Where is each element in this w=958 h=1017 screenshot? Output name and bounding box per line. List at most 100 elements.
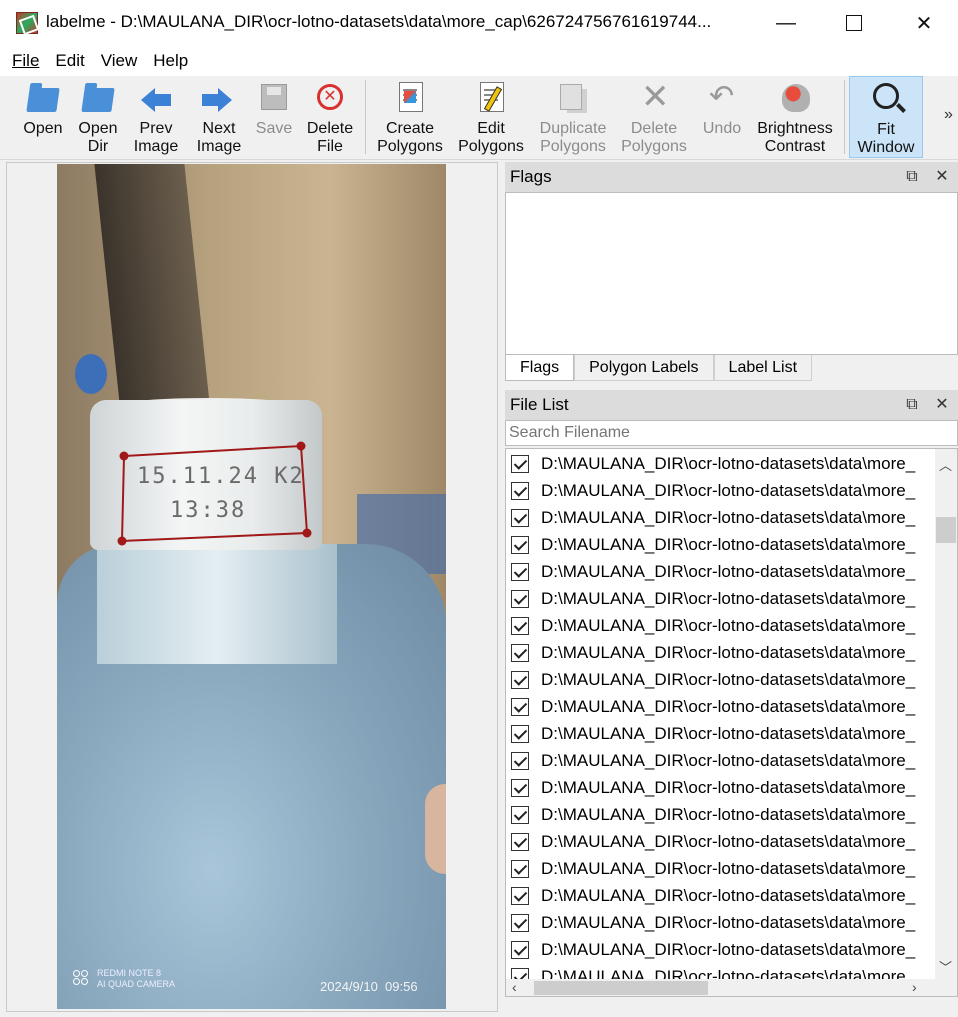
menu-file[interactable]: File — [4, 47, 47, 75]
file-list-item[interactable]: D:\MAULANA_DIR\ocr-lotno-datasets\data\m… — [506, 909, 936, 936]
prev-image-label: Prev Image — [133, 120, 179, 155]
file-path-label: D:\MAULANA_DIR\ocr-lotno-datasets\data\m… — [541, 480, 916, 500]
maximize-button[interactable] — [820, 0, 888, 46]
tab-flags[interactable]: Flags — [505, 355, 575, 381]
delete-x-icon: ✕ — [641, 78, 670, 116]
flags-title: Flags — [510, 167, 552, 186]
file-list-item[interactable]: D:\MAULANA_DIR\ocr-lotno-datasets\data\m… — [506, 936, 936, 963]
checkbox[interactable] — [511, 454, 529, 473]
next-image-button[interactable]: Next Image — [192, 76, 246, 158]
brightness-contrast-button[interactable]: Brightness Contrast — [754, 76, 836, 158]
file-list-item[interactable]: D:\MAULANA_DIR\ocr-lotno-datasets\data\m… — [506, 558, 936, 585]
tab-polygon-labels[interactable]: Polygon Labels — [574, 355, 714, 381]
open-dir-folder-icon — [81, 80, 115, 114]
checkbox[interactable] — [511, 643, 529, 662]
file-path-label: D:\MAULANA_DIR\ocr-lotno-datasets\data\m… — [541, 588, 916, 608]
vertical-scrollbar[interactable]: ︿ ﹀ — [935, 449, 957, 979]
checkbox[interactable] — [511, 859, 529, 878]
open-dir-button[interactable]: Open Dir — [75, 76, 121, 158]
camera-lens-icon — [73, 970, 91, 988]
file-list-item[interactable]: D:\MAULANA_DIR\ocr-lotno-datasets\data\m… — [506, 450, 936, 477]
checkbox[interactable] — [511, 562, 529, 581]
file-list-item[interactable]: D:\MAULANA_DIR\ocr-lotno-datasets\data\m… — [506, 801, 936, 828]
file-list-title: File List — [510, 395, 569, 414]
file-path-label: D:\MAULANA_DIR\ocr-lotno-datasets\data\m… — [541, 453, 916, 473]
file-list-item[interactable]: D:\MAULANA_DIR\ocr-lotno-datasets\data\m… — [506, 612, 936, 639]
file-list-item[interactable]: D:\MAULANA_DIR\ocr-lotno-datasets\data\m… — [506, 504, 936, 531]
hscroll-thumb[interactable] — [534, 981, 708, 995]
dock-tabs: Flags Polygon Labels Label List — [505, 355, 958, 382]
delete-file-button[interactable]: ✕ Delete File — [303, 76, 357, 158]
file-list-item[interactable]: D:\MAULANA_DIR\ocr-lotno-datasets\data\m… — [506, 747, 936, 774]
undo-button[interactable]: ↶ Undo — [698, 76, 746, 158]
file-list-item[interactable]: D:\MAULANA_DIR\ocr-lotno-datasets\data\m… — [506, 477, 936, 504]
create-polygons-button[interactable]: Create Polygons — [374, 76, 446, 158]
checkbox[interactable] — [511, 724, 529, 743]
tab-label-list[interactable]: Label List — [713, 355, 813, 381]
checkbox[interactable] — [511, 589, 529, 608]
save-button[interactable]: Save — [254, 76, 294, 158]
camera-sub-text: AI QUAD CAMERA — [97, 979, 176, 989]
open-folder-icon — [26, 80, 60, 114]
file-list: D:\MAULANA_DIR\ocr-lotno-datasets\data\m… — [505, 448, 958, 997]
scroll-down-icon[interactable]: ﹀ — [939, 957, 952, 976]
checkbox[interactable] — [511, 778, 529, 797]
undock-icon[interactable]: ⧉ — [901, 394, 923, 416]
file-list-item[interactable]: D:\MAULANA_DIR\ocr-lotno-datasets\data\m… — [506, 666, 936, 693]
prev-image-button[interactable]: Prev Image — [130, 76, 182, 158]
scroll-up-icon[interactable]: ︿ — [939, 455, 952, 474]
checkbox[interactable] — [511, 670, 529, 689]
title-bar: labelme - D:\MAULANA_DIR\ocr-lotno-datas… — [0, 0, 958, 46]
menu-view[interactable]: View — [93, 47, 146, 75]
fit-window-button[interactable]: Fit Window — [849, 76, 923, 158]
file-list-item[interactable]: D:\MAULANA_DIR\ocr-lotno-datasets\data\m… — [506, 693, 936, 720]
file-list-item[interactable]: D:\MAULANA_DIR\ocr-lotno-datasets\data\m… — [506, 531, 936, 558]
toolbar-separator — [844, 80, 845, 154]
printed-lot-code: 15.11.24 K2 — [137, 464, 305, 489]
checkbox[interactable] — [511, 508, 529, 527]
close-icon[interactable]: ✕ — [931, 166, 953, 188]
scroll-thumb[interactable] — [936, 517, 956, 543]
close-icon[interactable]: ✕ — [931, 394, 953, 416]
close-button[interactable]: ✕ — [890, 0, 958, 46]
checkbox[interactable] — [511, 940, 529, 959]
open-label: Open — [23, 120, 63, 137]
scroll-right-icon[interactable]: › — [912, 979, 917, 995]
labelme-app-icon — [16, 12, 38, 34]
checkbox[interactable] — [511, 697, 529, 716]
flags-dock: Flags ⧉ ✕ Flags Polygon Labels Label Lis… — [505, 162, 958, 382]
file-path-label: D:\MAULANA_DIR\ocr-lotno-datasets\data\m… — [541, 831, 916, 851]
checkbox[interactable] — [511, 616, 529, 635]
undo-label: Undo — [702, 120, 742, 137]
horizontal-scrollbar[interactable]: ‹ › — [506, 979, 957, 996]
file-list-item[interactable]: D:\MAULANA_DIR\ocr-lotno-datasets\data\m… — [506, 828, 936, 855]
minimize-button[interactable]: — — [752, 0, 820, 46]
file-list-item[interactable]: D:\MAULANA_DIR\ocr-lotno-datasets\data\m… — [506, 882, 936, 909]
checkbox[interactable] — [511, 535, 529, 554]
scroll-left-icon[interactable]: ‹ — [512, 979, 517, 995]
menu-help[interactable]: Help — [145, 47, 196, 75]
checkbox[interactable] — [511, 805, 529, 824]
file-list-item[interactable]: D:\MAULANA_DIR\ocr-lotno-datasets\data\m… — [506, 855, 936, 882]
checkbox[interactable] — [511, 886, 529, 905]
undock-icon[interactable]: ⧉ — [901, 166, 923, 188]
file-list-item[interactable]: D:\MAULANA_DIR\ocr-lotno-datasets\data\m… — [506, 585, 936, 612]
duplicate-polygons-button[interactable]: Duplicate Polygons — [536, 76, 610, 158]
checkbox[interactable] — [511, 832, 529, 851]
fit-window-label: Fit Window — [857, 121, 915, 156]
file-list-dock: File List ⧉ ✕ D:\MAULANA_DIR\ocr-lotno-d… — [505, 390, 958, 1015]
checkbox[interactable] — [511, 481, 529, 500]
open-button[interactable]: Open — [20, 76, 66, 158]
checkbox[interactable] — [511, 751, 529, 770]
toolbar-overflow-button[interactable]: » — [944, 106, 953, 124]
file-path-label: D:\MAULANA_DIR\ocr-lotno-datasets\data\m… — [541, 642, 916, 662]
checkbox[interactable] — [511, 913, 529, 932]
edit-polygons-button[interactable]: Edit Polygons — [455, 76, 527, 158]
create-polygon-icon — [393, 80, 427, 114]
delete-polygons-button[interactable]: ✕ Delete Polygons — [618, 76, 690, 158]
file-list-item[interactable]: D:\MAULANA_DIR\ocr-lotno-datasets\data\m… — [506, 774, 936, 801]
menu-edit[interactable]: Edit — [47, 47, 92, 75]
search-filename-input[interactable] — [505, 420, 958, 446]
file-list-item[interactable]: D:\MAULANA_DIR\ocr-lotno-datasets\data\m… — [506, 720, 936, 747]
file-list-item[interactable]: D:\MAULANA_DIR\ocr-lotno-datasets\data\m… — [506, 639, 936, 666]
